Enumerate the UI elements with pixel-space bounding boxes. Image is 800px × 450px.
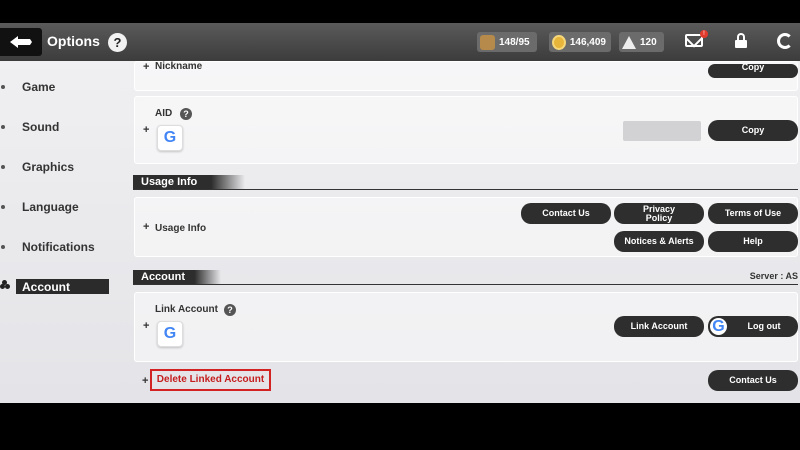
usage-info-section-header: Usage Info: [133, 175, 798, 190]
plus-icon: +: [143, 320, 150, 332]
notification-badge: !: [700, 30, 708, 38]
copy-nickname-button[interactable]: Copy: [708, 63, 798, 78]
sidebar-item-game[interactable]: Game: [0, 78, 120, 96]
gold-counter[interactable]: 146,409: [549, 32, 611, 52]
bullet-icon: [1, 245, 5, 249]
notices-alerts-button[interactable]: Notices & Alerts: [614, 231, 704, 252]
google-icon: G: [710, 318, 727, 335]
google-logo-letter: G: [163, 325, 177, 342]
club-icon: [0, 280, 10, 290]
sidebar-item-label: Account: [22, 280, 70, 294]
link-account-label: Link Account: [155, 304, 218, 315]
google-icon: G: [157, 125, 183, 151]
delete-linked-account-link[interactable]: Delete Linked Account: [150, 369, 271, 391]
help-button-usage[interactable]: Help: [708, 231, 798, 252]
contact-us-button[interactable]: Contact Us: [521, 203, 611, 224]
help-button[interactable]: ?: [108, 33, 127, 52]
logout-button[interactable]: G Log out: [708, 316, 798, 337]
terms-of-use-button[interactable]: Terms of Use: [708, 203, 798, 224]
link-account-help-icon[interactable]: ?: [224, 304, 236, 316]
sidebar-item-label: Graphics: [22, 160, 75, 174]
lock-icon[interactable]: [735, 33, 747, 48]
back-button[interactable]: [0, 28, 42, 56]
character-portrait-icon: [480, 34, 495, 50]
privacy-label-line2: Policy: [645, 213, 673, 223]
bullet-icon: [1, 85, 5, 89]
stamina-value: 148/95: [499, 36, 530, 48]
plus-icon: +: [143, 221, 150, 233]
sidebar-item-sound[interactable]: Sound: [0, 118, 120, 136]
sidebar-item-language[interactable]: Language: [0, 198, 120, 216]
bullet-icon: [1, 205, 5, 209]
bullet-icon: [1, 165, 5, 169]
sidebar-item-notifications[interactable]: Notifications: [0, 238, 120, 256]
aid-value-masked: [623, 121, 701, 141]
sidebar-item-label: Language: [22, 200, 79, 214]
privacy-policy-button[interactable]: Privacy Policy: [614, 203, 704, 224]
gem-value: 120: [640, 36, 657, 48]
sidebar-item-label: Game: [22, 80, 56, 94]
back-arrow-icon: [10, 36, 32, 48]
link-account-button[interactable]: Link Account: [614, 316, 704, 337]
stamina-counter[interactable]: 148/95: [477, 32, 537, 52]
page-title: Options: [47, 33, 100, 49]
sidebar-item-account[interactable]: Account: [16, 279, 109, 294]
plus-icon: +: [142, 375, 149, 387]
section-title: Usage Info: [133, 175, 245, 189]
plus-icon: +: [143, 124, 150, 136]
server-label: Server : AS: [749, 271, 798, 281]
gold-value: 146,409: [569, 36, 606, 48]
nickname-label: Nickname: [155, 61, 203, 72]
aid-help-icon[interactable]: ?: [180, 108, 192, 120]
nickname-card: + Nickname: [134, 61, 798, 91]
top-bar: Options ? 148/95 146,409 120 !: [0, 23, 800, 61]
copy-aid-button[interactable]: Copy: [708, 120, 798, 141]
google-logo-letter: G: [163, 129, 177, 146]
section-title: Account: [133, 270, 221, 284]
aid-label: AID: [155, 108, 173, 119]
exit-icon[interactable]: [777, 33, 793, 49]
gem-counter[interactable]: 120: [619, 32, 664, 52]
sidebar: Game Sound Graphics Language Notificatio…: [0, 61, 130, 403]
coin-icon: [552, 34, 566, 50]
google-icon: G: [157, 321, 183, 347]
options-screen: Options ? 148/95 146,409 120 ! Game Soun…: [0, 23, 800, 403]
usage-info-label: Usage Info: [155, 223, 207, 234]
sidebar-item-graphics[interactable]: Graphics: [0, 158, 120, 176]
logout-label: Log out: [747, 321, 781, 331]
contact-us-account-button[interactable]: Contact Us: [708, 370, 798, 391]
account-section-header: Account Server : AS: [133, 270, 798, 285]
bullet-icon: [1, 125, 5, 129]
sidebar-item-label: Notifications: [22, 240, 95, 254]
sidebar-item-label: Sound: [22, 120, 60, 134]
plus-icon: +: [143, 61, 150, 73]
gem-icon: [622, 35, 636, 49]
google-logo-letter: G: [712, 318, 725, 335]
